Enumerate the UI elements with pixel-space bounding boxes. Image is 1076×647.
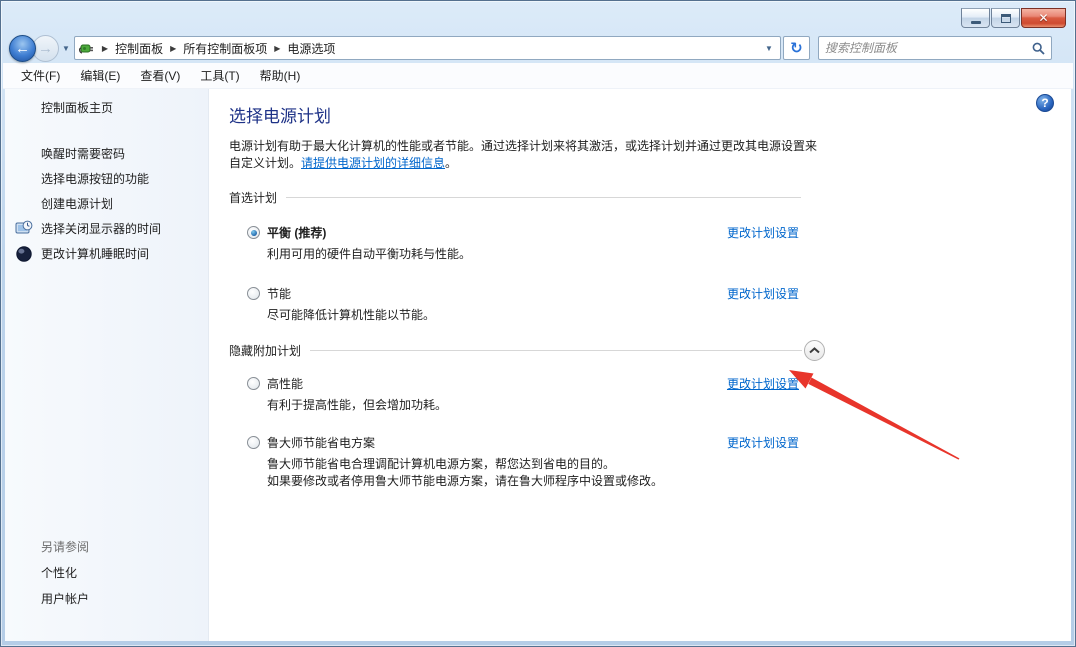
plan-details-link[interactable]: 请提供电源计划的详细信息 [301,156,445,170]
plan-description-line2: 如果要修改或者停用鲁大师节能电源方案，请在鲁大师程序中设置或修改。 [267,473,799,489]
maximize-icon [1001,14,1011,23]
sidebar-item-choose-display-off-time[interactable]: 选择关闭显示器的时间 [5,217,208,242]
back-button[interactable]: ← [9,35,36,62]
power-plan-high-performance: 高性能 更改计划设置 有利于提高性能，但会增加功耗。 [247,375,799,413]
menu-view[interactable]: 查看(V) [130,63,190,88]
main-pane: ? 选择电源计划 电源计划有助于最大化计算机的性能或者节能。通过选择计划来将其激… [209,89,1071,641]
sidebar-item-label: 更改计算机睡眠时间 [41,247,149,261]
chevron-right-icon[interactable]: ▶ [267,44,287,53]
chevron-right-icon[interactable]: ▶ [163,44,183,53]
power-options-window: ✕ ← → ▼ ▶ 控制面板 ▶ 所有控制面板项 ▶ 电源选项 ▼ ↻ [0,0,1076,647]
plan-name: 平衡 (推荐) [267,224,326,241]
page-title: 选择电源计划 [229,102,1071,127]
sidebar-item-require-password-on-wakeup[interactable]: 唤醒时需要密码 [5,142,208,167]
intro-paragraph: 电源计划有助于最大化计算机的性能或者节能。通过选择计划来将其激活，或选择计划并通… [229,138,823,172]
refresh-icon: ↻ [790,39,803,57]
search-box[interactable] [818,36,1052,60]
power-plan-saver: 节能 更改计划设置 尽可能降低计算机性能以节能。 [247,285,799,323]
chevron-up-icon [809,347,820,354]
section-divider [310,350,802,351]
menu-bar: 文件(F) 编辑(E) 查看(V) 工具(T) 帮助(H) [3,63,1073,89]
content-area: 控制面板主页 唤醒时需要密码 选择电源按钮的功能 创建电源计划 选择关闭显示器的… [5,89,1071,641]
section-preferred-plans: 首选计划 [229,189,801,206]
back-arrow-icon: ← [15,40,30,57]
change-plan-settings-link-balanced[interactable]: 更改计划设置 [727,224,799,241]
menu-edit[interactable]: 编辑(E) [70,63,130,88]
address-bar[interactable]: ▶ 控制面板 ▶ 所有控制面板项 ▶ 电源选项 ▼ [74,36,781,60]
display-clock-icon [15,220,33,238]
address-dropdown-icon[interactable]: ▼ [762,44,776,53]
close-button[interactable]: ✕ [1021,8,1066,28]
menu-help[interactable]: 帮助(H) [250,63,311,88]
see-also-header: 另请参阅 [41,538,89,555]
forward-arrow-icon: → [38,40,53,57]
plan-description: 鲁大师节能省电合理调配计算机电源方案，帮您达到省电的目的。 [267,456,799,472]
radio-dot [251,230,257,236]
sleep-sphere-icon [15,245,33,263]
navigation-bar: ← → ▼ ▶ 控制面板 ▶ 所有控制面板项 ▶ 电源选项 ▼ ↻ [1,33,1075,63]
radio-power-saver[interactable] [247,287,260,300]
sidebar-item-personalization[interactable]: 个性化 [41,565,89,581]
section-divider [286,197,801,198]
refresh-button[interactable]: ↻ [783,36,810,60]
intro-suffix: 。 [445,156,457,170]
recent-pages-dropdown[interactable]: ▼ [59,44,74,53]
chevron-right-icon[interactable]: ▶ [95,44,115,53]
sidebar-task-list: 唤醒时需要密码 选择电源按钮的功能 创建电源计划 选择关闭显示器的时间 [5,142,208,267]
sidebar-item-create-power-plan[interactable]: 创建电源计划 [5,192,208,217]
power-options-icon [79,40,95,56]
plan-description: 有利于提高性能，但会增加功耗。 [267,397,799,413]
help-icon[interactable]: ? [1036,94,1054,112]
plan-name: 高性能 [267,375,303,392]
radio-high-performance[interactable] [247,377,260,390]
section-label: 首选计划 [229,189,277,206]
sidebar-item-control-panel-home[interactable]: 控制面板主页 [41,100,208,116]
title-bar[interactable]: ✕ [1,1,1075,33]
minimize-button[interactable] [961,8,990,28]
change-plan-settings-link-high-performance[interactable]: 更改计划设置 [727,375,799,392]
sidebar: 控制面板主页 唤醒时需要密码 选择电源按钮的功能 创建电源计划 选择关闭显示器的… [5,89,209,641]
sidebar-item-choose-power-buttons[interactable]: 选择电源按钮的功能 [5,167,208,192]
window-controls: ✕ [960,8,1066,28]
change-plan-settings-link-saver[interactable]: 更改计划设置 [727,285,799,302]
plan-name: 鲁大师节能省电方案 [267,434,375,451]
breadcrumb-power-options[interactable]: 电源选项 [287,40,335,57]
search-input[interactable] [819,38,1032,58]
collapse-section-button[interactable] [804,340,825,361]
power-plan-ludashi: 鲁大师节能省电方案 更改计划设置 鲁大师节能省电合理调配计算机电源方案，帮您达到… [247,434,799,489]
maximize-button[interactable] [991,8,1020,28]
menu-file[interactable]: 文件(F) [11,63,70,88]
plan-description: 利用可用的硬件自动平衡功耗与性能。 [267,246,799,262]
section-hidden-plans: 隐藏附加计划 [229,340,825,361]
plan-name: 节能 [267,285,291,302]
section-label: 隐藏附加计划 [229,342,301,359]
search-icon[interactable] [1032,42,1045,55]
radio-ludashi[interactable] [247,436,260,449]
breadcrumb-all-items[interactable]: 所有控制面板项 [183,40,267,57]
menu-tools[interactable]: 工具(T) [190,63,249,88]
see-also-section: 另请参阅 个性化 用户帐户 [41,538,89,617]
minimize-icon [971,21,981,24]
radio-balanced[interactable] [247,226,260,239]
breadcrumb-control-panel[interactable]: 控制面板 [115,40,163,57]
plan-description: 尽可能降低计算机性能以节能。 [267,307,799,323]
sidebar-item-user-accounts[interactable]: 用户帐户 [41,591,89,607]
sidebar-item-label: 选择关闭显示器的时间 [41,222,161,236]
forward-button[interactable]: → [32,35,59,62]
close-icon: ✕ [1038,11,1048,25]
sidebar-item-change-sleep-time[interactable]: 更改计算机睡眠时间 [5,242,208,267]
power-plan-balanced: 平衡 (推荐) 更改计划设置 利用可用的硬件自动平衡功耗与性能。 [247,224,799,262]
change-plan-settings-link-ludashi[interactable]: 更改计划设置 [727,434,799,451]
